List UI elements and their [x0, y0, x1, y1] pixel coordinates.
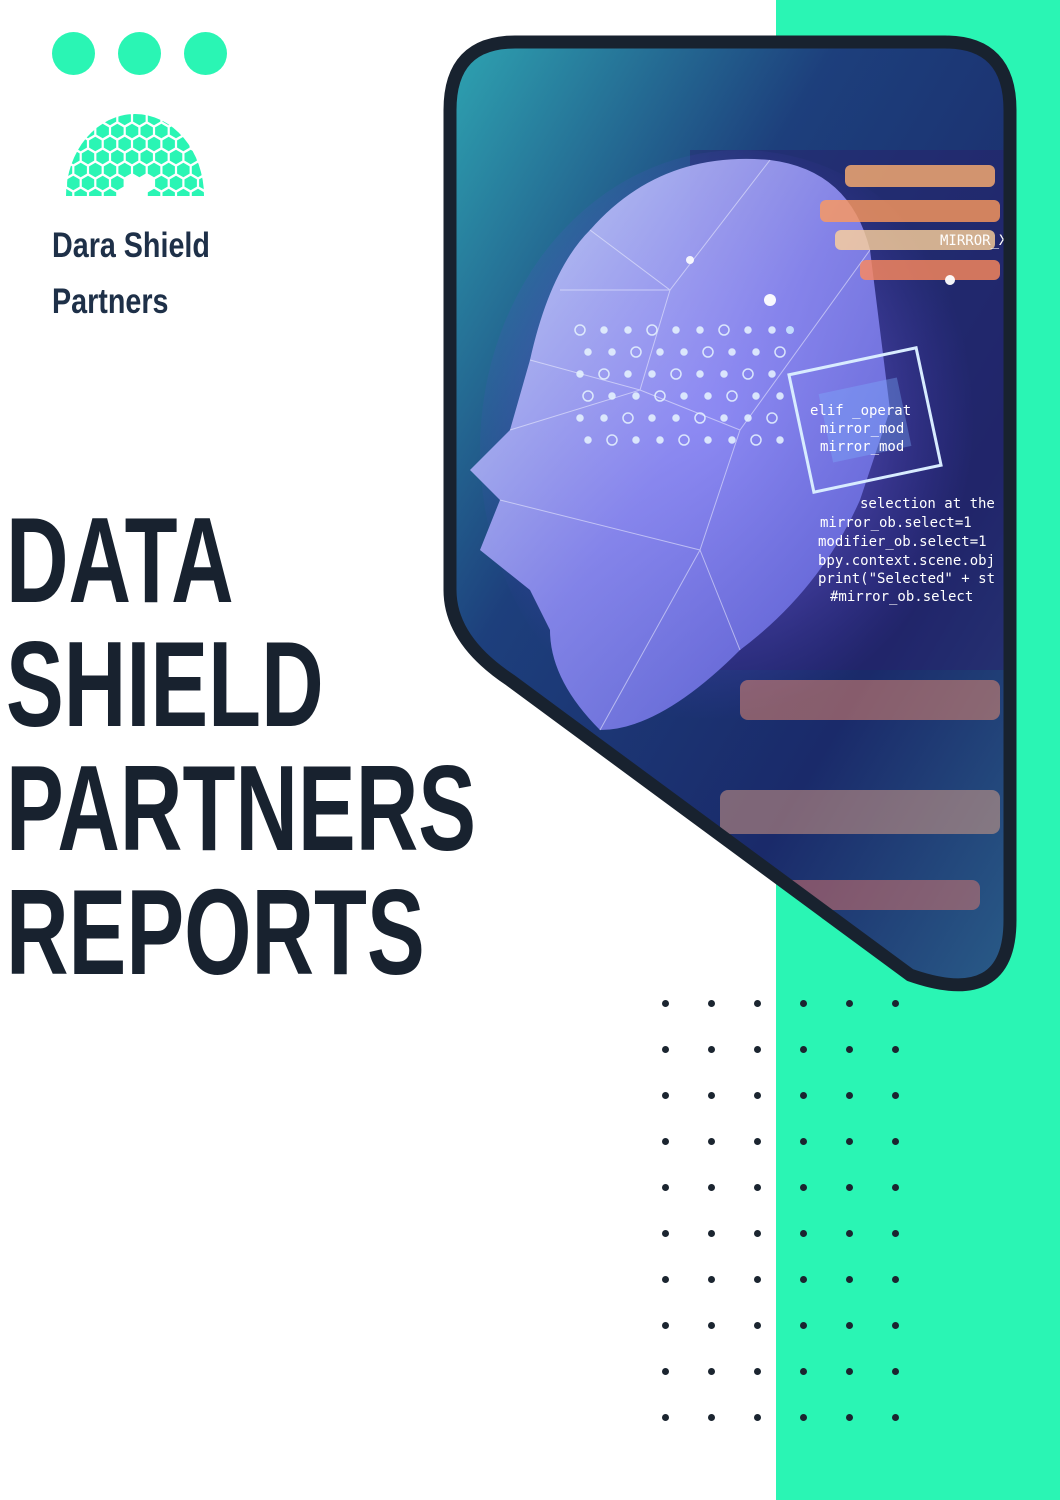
grid-dot: [754, 1368, 761, 1375]
grid-dot: [754, 1046, 761, 1053]
brand-name: Dara Shield Partners: [52, 218, 249, 330]
brand-line-2: Partners: [52, 282, 169, 321]
title-line-1: DATA: [6, 492, 234, 628]
report-title: DATA SHIELD PARTNERS REPORTS: [6, 492, 477, 1000]
decorative-dots: [52, 32, 227, 75]
grid-dot: [662, 1414, 669, 1421]
grid-dot: [846, 1414, 853, 1421]
grid-dot: [892, 1230, 899, 1237]
grid-dot: [662, 1092, 669, 1099]
title-line-2: SHIELD: [6, 616, 324, 752]
grid-dot: [662, 1230, 669, 1237]
grid-dot: [846, 1138, 853, 1145]
title-line-3: PARTNERS: [6, 740, 477, 876]
code-line: MIRROR_X: [940, 233, 1008, 249]
grid-dot: [754, 1276, 761, 1283]
grid-dot: [708, 1414, 715, 1421]
grid-dot: [708, 1184, 715, 1191]
code-line: bpy.context.scene.obj: [818, 553, 995, 569]
grid-dot: [708, 1276, 715, 1283]
decorative-dot-grid: [662, 1000, 938, 1460]
grid-dot: [892, 1184, 899, 1191]
brand-line-1: Dara Shield: [52, 226, 210, 265]
code-line: selection at the: [860, 496, 995, 512]
hero-image: MIRROR_Xelif _operat mirror_mod mirror_mod…: [443, 35, 1017, 992]
grid-dot: [662, 1276, 669, 1283]
grid-dot: [846, 1230, 853, 1237]
dot: [184, 32, 227, 75]
grid-dot: [800, 1000, 807, 1007]
code-line: #mirror_ob.select: [830, 589, 973, 605]
grid-dot: [846, 1184, 853, 1191]
grid-dot: [662, 1138, 669, 1145]
grid-dot: [800, 1138, 807, 1145]
grid-dot: [892, 1046, 899, 1053]
grid-dot: [662, 1322, 669, 1329]
grid-dot: [892, 1138, 899, 1145]
grid-dot: [846, 1276, 853, 1283]
grid-dot: [800, 1368, 807, 1375]
grid-dot: [662, 1368, 669, 1375]
grid-dot: [708, 1046, 715, 1053]
grid-dot: [800, 1092, 807, 1099]
grid-dot: [662, 1000, 669, 1007]
grid-dot: [846, 1046, 853, 1053]
grid-dot: [754, 1000, 761, 1007]
grid-dot: [892, 1276, 899, 1283]
grid-dot: [754, 1322, 761, 1329]
grid-dot: [708, 1322, 715, 1329]
grid-dot: [892, 1000, 899, 1007]
grid-dot: [708, 1092, 715, 1099]
grid-dot: [846, 1322, 853, 1329]
grid-dot: [708, 1138, 715, 1145]
code-line: print("Selected" + st: [818, 571, 995, 587]
grid-dot: [892, 1322, 899, 1329]
grid-dot: [800, 1322, 807, 1329]
grid-dot: [662, 1184, 669, 1191]
grid-dot: [800, 1276, 807, 1283]
grid-dot: [800, 1414, 807, 1421]
code-line: modifier_ob.select=1: [818, 534, 987, 550]
grid-dot: [846, 1092, 853, 1099]
grid-dot: [800, 1230, 807, 1237]
grid-dot: [754, 1138, 761, 1145]
grid-dot: [892, 1368, 899, 1375]
hexagon-dome-logo-icon: [66, 114, 204, 196]
grid-dot: [892, 1414, 899, 1421]
grid-dot: [892, 1092, 899, 1099]
grid-dot: [754, 1414, 761, 1421]
dot: [52, 32, 95, 75]
grid-dot: [846, 1368, 853, 1375]
code-line: mirror_ob.select=1: [820, 515, 972, 531]
grid-dot: [708, 1000, 715, 1007]
title-line-4: REPORTS: [6, 864, 425, 1000]
grid-dot: [754, 1092, 761, 1099]
grid-dot: [754, 1230, 761, 1237]
grid-dot: [800, 1046, 807, 1053]
grid-dot: [846, 1000, 853, 1007]
grid-dot: [708, 1368, 715, 1375]
code-line: mirror_mod: [820, 421, 904, 437]
grid-dot: [754, 1184, 761, 1191]
grid-dot: [662, 1046, 669, 1053]
code-line: mirror_mod: [820, 439, 904, 455]
grid-dot: [708, 1230, 715, 1237]
code-line: elif _operat: [810, 403, 911, 419]
grid-dot: [800, 1184, 807, 1191]
dot: [118, 32, 161, 75]
